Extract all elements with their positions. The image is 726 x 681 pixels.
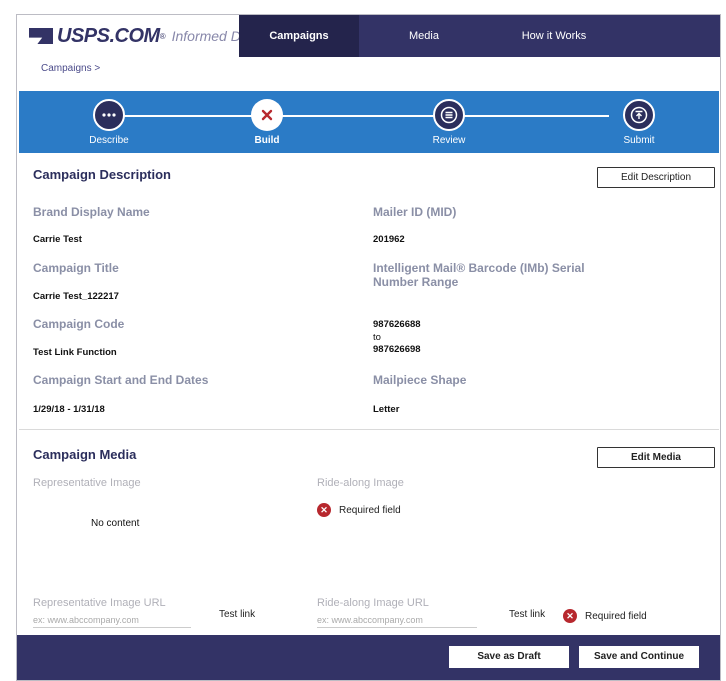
representative-image-empty: No content [91, 518, 140, 529]
step-build[interactable]: Build [227, 99, 307, 146]
mailpiece-shape-label: Mailpiece Shape [373, 373, 467, 387]
edit-media-button[interactable]: Edit Media [597, 447, 715, 468]
brand-display-name-value: Carrie Test [33, 234, 82, 245]
campaign-title-label: Campaign Title [33, 261, 119, 275]
progress-stepper: Describe Build Review Submit [19, 91, 719, 153]
required-field-text: Required field [585, 610, 647, 622]
error-icon: ✕ [563, 609, 577, 623]
required-field-text: Required field [339, 504, 401, 516]
ride-along-url-input[interactable] [317, 612, 477, 628]
campaign-code-value: Test Link Function [33, 347, 117, 358]
representative-url-input[interactable] [33, 612, 191, 628]
breadcrumb[interactable]: Campaigns > [41, 63, 100, 74]
step-describe[interactable]: Describe [69, 99, 149, 146]
imb-range-to-word: to [373, 332, 381, 343]
brand-display-name-label: Brand Display Name [33, 205, 150, 219]
app-frame: USPS.COM® Informed Delivery® Campaigns M… [16, 14, 721, 681]
nav-media[interactable]: Media [359, 15, 489, 57]
save-as-draft-button[interactable]: Save as Draft [449, 646, 569, 668]
logo-text: USPS.COM [57, 24, 160, 47]
representative-image-label: Representative Image [33, 477, 141, 489]
representative-test-link[interactable]: Test link [219, 609, 255, 620]
campaign-title-value: Carrie Test_122217 [33, 291, 119, 302]
campaign-dates-label: Campaign Start and End Dates [33, 373, 209, 387]
main-nav: Campaigns Media How it Works [239, 15, 720, 57]
step-label-submit: Submit [623, 135, 655, 146]
mailer-id-value: 201962 [373, 234, 405, 245]
top-bar: USPS.COM® Informed Delivery® Campaigns M… [17, 15, 720, 57]
more-icon [93, 99, 125, 131]
campaign-code-label: Campaign Code [33, 317, 125, 331]
nav-how-it-works[interactable]: How it Works [489, 15, 619, 57]
step-label-describe: Describe [89, 135, 129, 146]
step-review[interactable]: Review [409, 99, 489, 146]
step-submit[interactable]: Submit [599, 99, 679, 146]
footer-bar: Save as Draft Save and Continue [17, 635, 720, 680]
eagle-logo-icon [29, 28, 53, 44]
nav-campaigns[interactable]: Campaigns [239, 15, 359, 57]
stepper-line [109, 115, 609, 117]
ride-along-image-label: Ride-along Image [317, 477, 404, 489]
ride-along-test-link[interactable]: Test link [509, 609, 545, 620]
mailpiece-shape-value: Letter [373, 404, 400, 415]
imb-range-from: 987626688 [373, 319, 421, 330]
logo-registered: ® [159, 31, 166, 41]
mailer-id-label: Mailer ID (MID) [373, 205, 457, 219]
section-divider [19, 429, 719, 430]
ride-along-url-required: ✕ Required field [563, 609, 647, 623]
imb-range-label: Intelligent Mail® Barcode (IMb) Serial N… [373, 261, 585, 289]
ride-along-url-label: Ride-along Image URL [317, 597, 429, 609]
representative-url-label: Representative Image URL [33, 597, 166, 609]
upload-icon [623, 99, 655, 131]
list-icon [433, 99, 465, 131]
save-and-continue-button[interactable]: Save and Continue [579, 646, 699, 668]
imb-range-to: 987626698 [373, 344, 421, 355]
error-icon: ✕ [317, 503, 331, 517]
campaign-dates-value: 1/29/18 - 1/31/18 [33, 404, 105, 415]
step-label-review: Review [432, 135, 466, 146]
edit-description-button[interactable]: Edit Description [597, 167, 715, 188]
close-icon [251, 99, 283, 131]
step-label-build: Build [254, 135, 280, 146]
ride-along-required: ✕ Required field [317, 503, 401, 517]
section-title-description: Campaign Description [33, 167, 171, 182]
section-title-media: Campaign Media [33, 447, 137, 462]
